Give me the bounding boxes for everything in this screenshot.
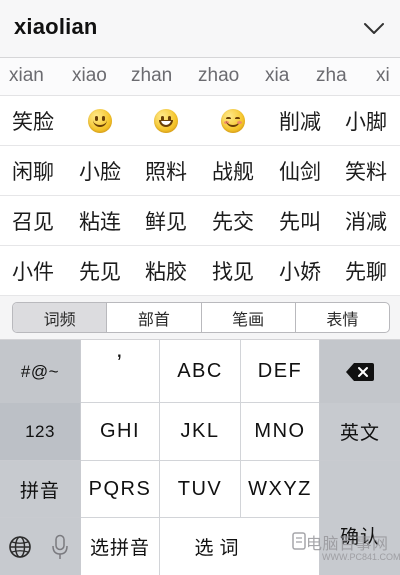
key-abc-label: ABC <box>177 359 223 382</box>
pinyin-option[interactable]: xia <box>265 65 289 87</box>
candidate-word[interactable]: 战舰 <box>200 146 266 196</box>
key-pqrs-label: PQRS <box>88 477 152 500</box>
candidate-emoji-smile[interactable] <box>67 96 133 146</box>
candidate-row: 闲聊 小脸 照料 战舰 仙剑 笑料 <box>0 146 400 196</box>
candidate-word[interactable]: 消减 <box>333 196 399 246</box>
candidate-word[interactable]: 小脸 <box>67 146 133 196</box>
key-mno[interactable]: MNO <box>241 403 319 460</box>
numbers-key[interactable]: 123 <box>0 403 80 461</box>
tab-stroke[interactable]: 笔画 <box>202 303 296 332</box>
key-wxyz-label: WXYZ <box>248 477 312 500</box>
filter-segmented-control: 词频 部首 笔画 表情 <box>12 302 390 333</box>
key-apostrophe[interactable]: ’ <box>81 340 159 402</box>
candidate-word[interactable]: 先叫 <box>267 196 333 246</box>
blush-emoji-icon <box>221 109 245 133</box>
select-pinyin-label: 选拼音 <box>89 537 150 559</box>
candidate-grid: 笑脸 削减 小脚 闲聊 小脸 照料 战舰 仙剑 笑料 召见 粘连 鲜见 先交 先… <box>0 96 400 296</box>
candidate-emoji-grin[interactable] <box>133 96 199 146</box>
key-tuv-label: TUV <box>177 477 223 500</box>
confirm-key[interactable]: 确认 <box>320 461 400 575</box>
key-mno-label: MNO <box>254 420 306 442</box>
key-wxyz[interactable]: WXYZ <box>241 461 319 517</box>
symbols-key[interactable]: #@~ <box>0 340 80 403</box>
key-jkl-label: JKL <box>180 420 220 442</box>
candidate-word[interactable]: 先聊 <box>333 246 399 296</box>
pinyin-key[interactable]: 拼音 <box>0 461 80 518</box>
candidate-row: 召见 粘连 鲜见 先交 先叫 消减 <box>0 196 400 246</box>
key-def[interactable]: DEF <box>241 340 319 402</box>
keyboard: #@~ 123 拼音 ’ ABC DEF GHI JKL MNO PQRS TU… <box>0 340 400 575</box>
select-word-key[interactable]: 选词 <box>160 518 319 575</box>
pinyin-option[interactable]: zhan <box>131 65 172 87</box>
tab-emoji[interactable]: 表情 <box>296 303 389 332</box>
key-divider <box>319 340 320 575</box>
tab-radical[interactable]: 部首 <box>107 303 202 332</box>
confirm-key-label: 确认 <box>339 526 380 548</box>
key-def-label: DEF <box>257 359 303 382</box>
microphone-button[interactable] <box>40 518 80 575</box>
candidate-row: 小件 先见 粘胶 找见 小娇 先聊 <box>0 246 400 296</box>
globe-icon <box>9 535 31 558</box>
candidate-word[interactable]: 鲜见 <box>133 196 199 246</box>
key-ghi-label: GHI <box>99 420 141 442</box>
smile-emoji-icon <box>88 109 112 133</box>
filter-bar: 词频 部首 笔画 表情 <box>0 296 400 340</box>
candidate-word[interactable]: 先交 <box>200 196 266 246</box>
key-apostrophe-label: ’ <box>116 350 124 377</box>
key-divider <box>80 340 81 575</box>
english-key[interactable]: 英文 <box>320 403 400 460</box>
numbers-key-label: 123 <box>25 422 55 441</box>
symbols-key-label: #@~ <box>20 361 60 381</box>
candidate-word[interactable]: 小脚 <box>333 96 399 146</box>
microphone-icon <box>52 534 68 559</box>
candidate-word[interactable]: 小件 <box>0 246 66 296</box>
candidate-word[interactable]: 找见 <box>200 246 266 296</box>
select-pinyin-key[interactable]: 选拼音 <box>81 518 159 575</box>
key-jkl[interactable]: JKL <box>160 403 240 460</box>
candidate-word[interactable]: 闲聊 <box>0 146 66 196</box>
pinyin-options-row: xian xiao zhan zhao xia zha xi <box>0 58 400 96</box>
collapse-button[interactable] <box>358 14 390 44</box>
pinyin-option[interactable]: xian <box>9 65 44 87</box>
candidate-word[interactable]: 仙剑 <box>267 146 333 196</box>
key-tuv[interactable]: TUV <box>160 461 240 517</box>
candidate-word[interactable]: 先见 <box>67 246 133 296</box>
key-divider <box>320 460 400 461</box>
candidate-word[interactable]: 粘连 <box>67 196 133 246</box>
candidate-emoji-blush[interactable] <box>200 96 266 146</box>
delete-key[interactable] <box>320 340 400 403</box>
candidate-word[interactable]: 小娇 <box>267 246 333 296</box>
key-divider <box>0 517 80 518</box>
candidate-word[interactable]: 笑料 <box>333 146 399 196</box>
pinyin-option[interactable]: xi <box>376 65 390 87</box>
tab-word-frequency[interactable]: 词频 <box>13 303 108 332</box>
pinyin-key-label: 拼音 <box>19 480 60 502</box>
english-key-label: 英文 <box>339 422 380 444</box>
pinyin-option[interactable]: zha <box>316 65 347 87</box>
candidate-word[interactable]: 召见 <box>0 196 66 246</box>
key-divider <box>0 460 80 461</box>
candidate-word[interactable]: 照料 <box>133 146 199 196</box>
composition-bar: xiaolian <box>0 0 400 58</box>
pinyin-option[interactable]: zhao <box>198 65 239 87</box>
candidate-word[interactable]: 粘胶 <box>133 246 199 296</box>
candidate-word[interactable]: 削减 <box>267 96 333 146</box>
globe-button[interactable] <box>0 518 40 575</box>
grin-emoji-icon <box>154 109 178 133</box>
candidate-word[interactable]: 笑脸 <box>0 96 66 146</box>
composing-text: xiaolian <box>14 14 98 39</box>
select-word-label: 选词 <box>194 537 245 559</box>
pinyin-option[interactable]: xiao <box>72 65 107 87</box>
key-pqrs[interactable]: PQRS <box>81 461 159 517</box>
key-abc[interactable]: ABC <box>160 340 240 402</box>
key-ghi[interactable]: GHI <box>81 403 159 460</box>
chevron-down-icon <box>364 23 384 34</box>
backspace-icon <box>346 362 374 381</box>
candidate-row: 笑脸 削减 小脚 <box>0 96 400 146</box>
